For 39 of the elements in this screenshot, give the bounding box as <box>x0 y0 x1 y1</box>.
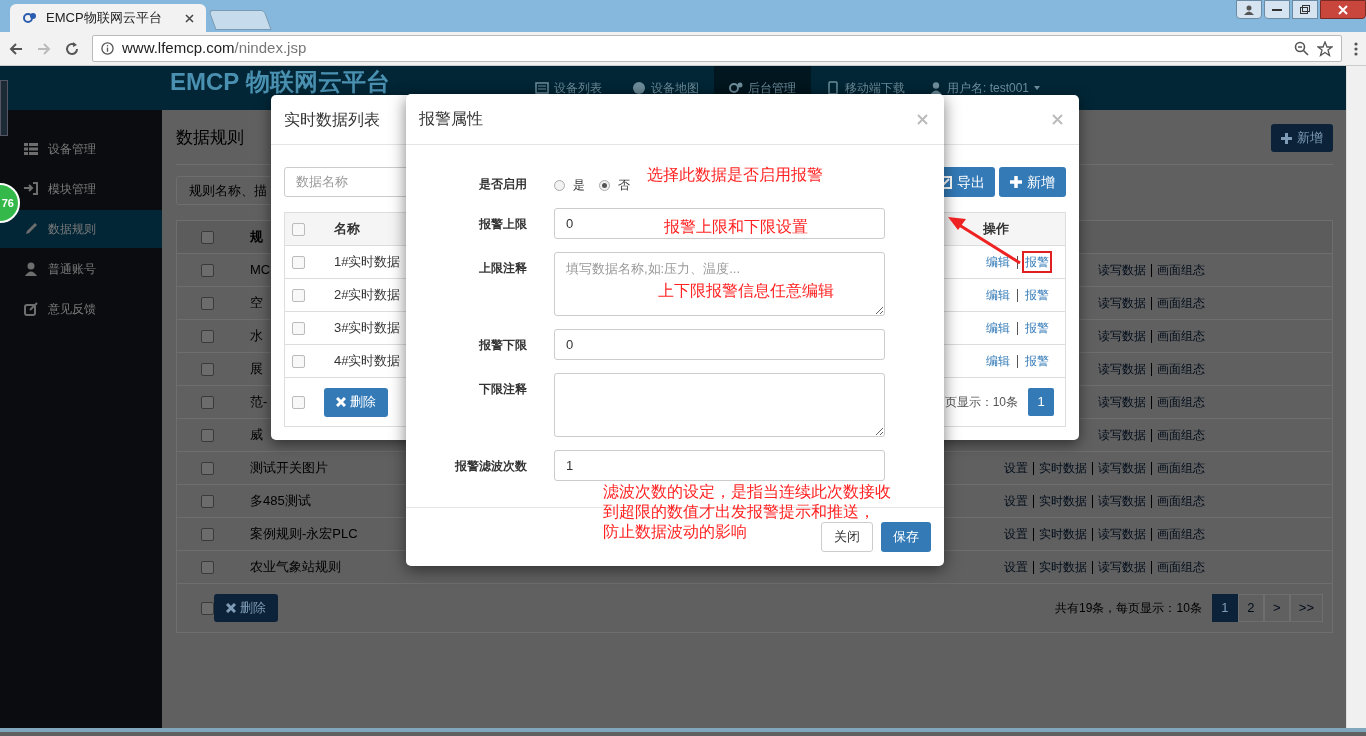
page-title: 数据规则 <box>176 127 244 150</box>
pagination-summary: 共有19条，每页显示：10条 <box>1055 600 1202 617</box>
radio-label: 否 <box>618 177 630 194</box>
radio-label: 是 <box>573 177 585 194</box>
column-header: 名称 <box>334 220 360 239</box>
table-cell-text: 2#实时数据 <box>334 286 401 305</box>
field-label: 报警下限 <box>479 337 527 354</box>
table-cell-text: 4#实时数据 <box>334 352 401 371</box>
annotation-text: 滤波次数的设定，是指当连续此次数接收 <box>603 482 891 502</box>
field-label: 报警上限 <box>479 216 527 233</box>
table-cell-text: 案例规则-永宏PLC <box>250 525 358 544</box>
table-cell-text: 测试开关图片 <box>250 459 328 478</box>
table-cell-text: 展 <box>250 360 263 379</box>
table-cell-text: 多485测试 <box>250 492 311 511</box>
pagination-summary: 页显示：10条 <box>944 394 1018 411</box>
annotation-text: 报警上限和下限设置 <box>664 217 808 237</box>
annotation-text: 上下限报警信息任意编辑 <box>658 281 834 301</box>
tab-title: EMCP物联网云平台 <box>46 9 163 28</box>
column-header: 操作 <box>983 220 1010 239</box>
dialog-title: 实时数据列表 <box>284 109 380 130</box>
annotation-text: 选择此数据是否启用报警 <box>647 165 823 185</box>
table-cell-text: 范- <box>250 393 268 412</box>
table-cell-text: 空 <box>250 294 263 313</box>
url-text: www.lfemcp.com/nindex.jsp <box>122 38 308 59</box>
annotation-text: 到超限的数值才出发报警提示和推送， <box>603 502 875 522</box>
annotation-text: 防止数据波动的影响 <box>603 522 747 542</box>
field-label: 下限注释 <box>479 381 527 398</box>
dialog-title: 报警属性 <box>419 109 483 129</box>
table-cell-text: 水 <box>250 327 263 346</box>
field-label: 报警滤波次数 <box>455 458 527 475</box>
table-cell-text: MC <box>250 261 271 280</box>
table-cell-text: 威 <box>250 426 263 445</box>
field-label: 上限注释 <box>479 260 527 277</box>
table-cell-text: 农业气象站规则 <box>250 558 341 577</box>
column-header: 规 <box>250 228 263 247</box>
table-cell-text: 1#实时数据 <box>334 253 401 272</box>
logo: EMCP 物联网云平台 <box>170 70 391 94</box>
field-label: 是否启用 <box>479 176 527 193</box>
table-cell-text: 3#实时数据 <box>334 319 401 338</box>
